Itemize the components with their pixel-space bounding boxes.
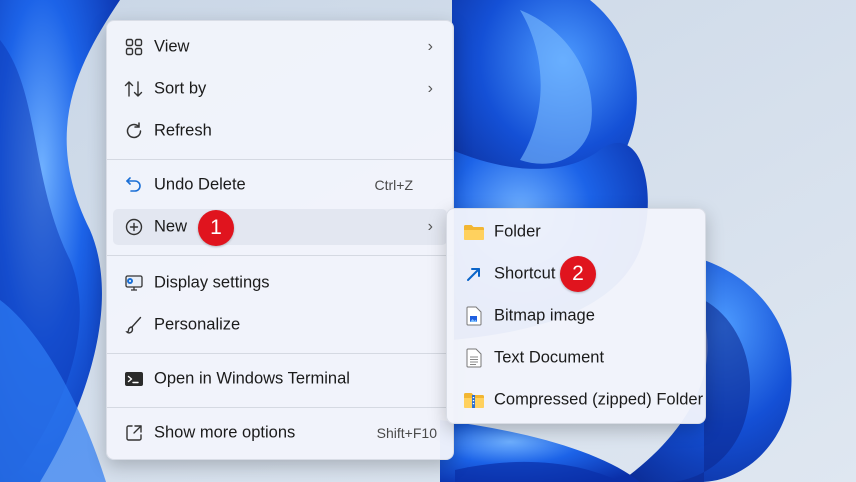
submenu-item-folder[interactable]: Folder — [453, 213, 699, 251]
submenu-item-bitmap-image[interactable]: Bitmap image — [453, 297, 699, 335]
bitmap-file-icon — [463, 305, 485, 327]
menu-item-sort-by[interactable]: Sort by › — [113, 71, 447, 107]
menu-item-label: Personalize — [154, 315, 241, 334]
menu-divider — [107, 353, 453, 354]
chevron-right-icon: › — [427, 218, 433, 235]
menu-item-undo-delete[interactable]: Undo Delete Ctrl+Z — [113, 167, 447, 203]
menu-item-refresh[interactable]: Refresh — [113, 113, 447, 149]
submenu-item-label: Text Document — [494, 348, 605, 367]
add-circle-icon — [123, 216, 145, 238]
submenu-item-compressed-folder[interactable]: Compressed (zipped) Folder — [453, 381, 703, 419]
text-file-icon — [463, 347, 485, 369]
menu-item-display-settings[interactable]: Display settings — [113, 265, 447, 301]
refresh-icon — [123, 120, 145, 142]
submenu-item-text-document[interactable]: Text Document — [453, 339, 699, 377]
menu-item-label: Open in Windows Terminal — [154, 369, 350, 388]
zip-folder-icon — [463, 389, 485, 411]
sort-icon — [123, 78, 145, 100]
folder-icon — [463, 221, 485, 243]
step-2-badge: 2 — [560, 256, 596, 292]
submenu-item-label: Folder — [494, 222, 541, 241]
shortcut-label: Shift+F10 — [376, 425, 437, 441]
menu-item-personalize[interactable]: Personalize — [113, 307, 447, 343]
menu-item-label: Sort by — [154, 79, 207, 98]
menu-item-view[interactable]: View › — [113, 29, 447, 65]
menu-item-label: View — [154, 37, 190, 56]
brush-icon — [123, 314, 145, 336]
menu-divider — [107, 255, 453, 256]
undo-icon — [123, 174, 145, 196]
menu-item-open-terminal[interactable]: Open in Windows Terminal — [113, 361, 447, 397]
menu-item-show-more-options[interactable]: Show more options Shift+F10 — [113, 415, 447, 451]
grid-icon — [123, 36, 145, 58]
chevron-right-icon: › — [427, 38, 433, 55]
menu-item-label: Refresh — [154, 121, 212, 140]
shortcut-label: Ctrl+Z — [374, 177, 414, 193]
menu-item-label: Show more options — [154, 423, 296, 442]
menu-item-label: Undo Delete — [154, 175, 246, 194]
display-settings-icon — [123, 272, 145, 294]
submenu-item-label: Compressed (zipped) Folder — [494, 390, 704, 409]
menu-item-label: Display settings — [154, 273, 270, 292]
new-submenu: Folder Shortcut Bitmap image Text Docume… — [446, 208, 706, 424]
shortcut-arrow-icon — [463, 263, 485, 285]
submenu-item-label: Bitmap image — [494, 306, 595, 325]
menu-divider — [107, 159, 453, 160]
step-1-badge: 1 — [198, 210, 234, 246]
menu-item-new[interactable]: New › — [113, 209, 447, 245]
menu-divider — [107, 407, 453, 408]
terminal-icon — [123, 368, 145, 390]
chevron-right-icon: › — [427, 80, 433, 97]
menu-item-label: New — [154, 217, 188, 236]
desktop-context-menu: View › Sort by › Refresh Undo Delete Ctr… — [106, 20, 454, 460]
more-options-icon — [123, 422, 145, 444]
submenu-item-label: Shortcut — [494, 264, 556, 283]
